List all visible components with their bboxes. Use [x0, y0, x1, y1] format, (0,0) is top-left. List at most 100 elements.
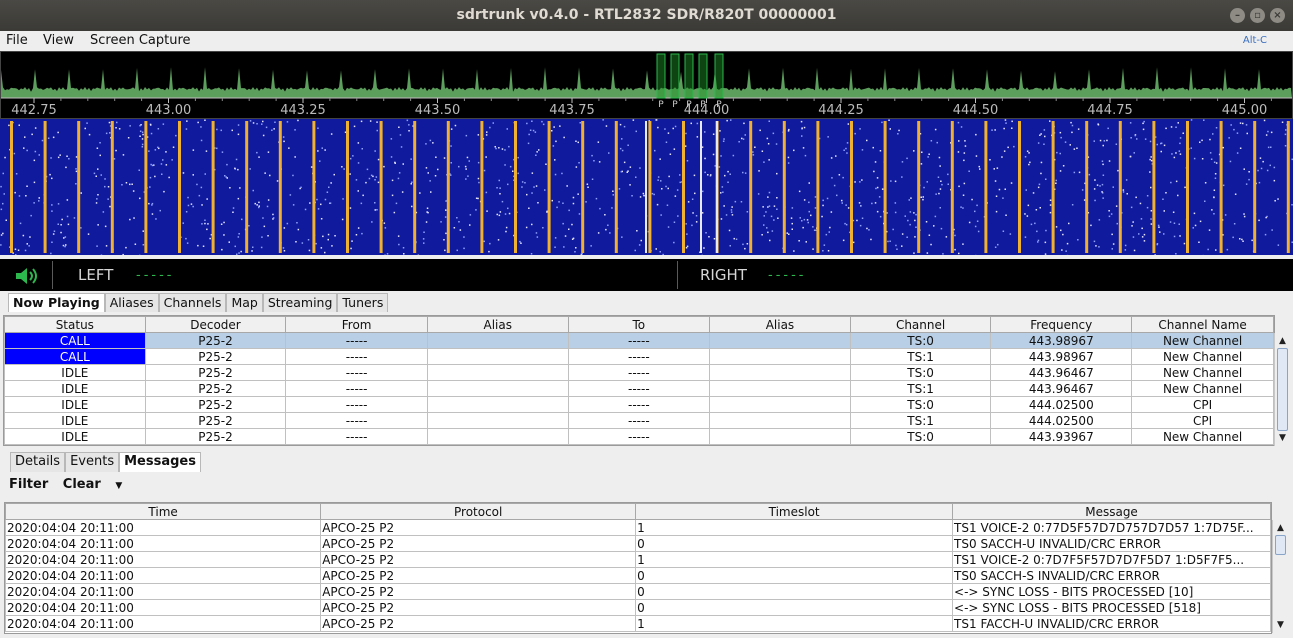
- waterfall-noise: [866, 139, 868, 142]
- table-row[interactable]: 2020:04:04 20:11:00 APCO-25 P2 0 <-> SYNC L…: [5, 599, 1271, 616]
- tab-tuners[interactable]: Tuners: [337, 293, 389, 312]
- waterfall-noise: [157, 146, 159, 149]
- column-header[interactable]: Decoder: [144, 316, 287, 333]
- waterfall-noise: [258, 206, 260, 209]
- column-header[interactable]: From: [285, 316, 428, 333]
- table-row[interactable]: CALL P25-2 ----- ----- TS:1 443.98967 New Chan…: [4, 348, 1274, 365]
- waterfall-noise: [1172, 211, 1175, 213]
- table-row[interactable]: 2020:04:04 20:11:00 APCO-25 P2 0 TS0 SACCH-…: [5, 567, 1271, 584]
- column-header[interactable]: Alias: [709, 316, 851, 333]
- waterfall-noise: [618, 188, 621, 190]
- tab-details[interactable]: Details: [10, 452, 66, 472]
- tab-aliases[interactable]: Aliases: [104, 293, 159, 312]
- table-row[interactable]: CALL P25-2 ----- ----- TS:0 443.98967 New Chan…: [4, 332, 1274, 349]
- waterfall-noise: [1066, 242, 1069, 245]
- waterfall-noise: [1134, 134, 1136, 137]
- waterfall-noise: [60, 231, 62, 234]
- waterfall-noise: [775, 143, 778, 145]
- scroll-up-icon[interactable]: ▲: [1273, 521, 1288, 535]
- waterfall-noise: [1183, 242, 1186, 245]
- waterfall-noise: [139, 130, 142, 132]
- waterfall-noise: [129, 183, 131, 186]
- waterfall-noise: [61, 218, 63, 221]
- table-row[interactable]: 2020:04:04 20:11:00 APCO-25 P2 1 TS1 FACCH-…: [5, 615, 1271, 632]
- chevron-down-icon[interactable]: ▼: [115, 481, 122, 491]
- waterfall-noise: [66, 215, 69, 218]
- column-header[interactable]: Frequency: [990, 316, 1133, 333]
- waterfall-noise: [95, 175, 97, 177]
- menu-screen-capture[interactable]: Screen Capture: [90, 33, 191, 48]
- column-header[interactable]: Status: [4, 316, 146, 333]
- table-cell: -----: [285, 332, 428, 349]
- scroll-thumb[interactable]: [1275, 535, 1286, 555]
- column-header[interactable]: Protocol: [320, 503, 637, 520]
- tab-messages[interactable]: Messages: [119, 452, 201, 472]
- waterfall-noise: [713, 238, 716, 240]
- scroll-up-icon[interactable]: ▲: [1275, 334, 1290, 348]
- waterfall-noise: [1110, 213, 1113, 215]
- waterfall-noise: [766, 227, 768, 229]
- table-row[interactable]: 2020:04:04 20:11:00 APCO-25 P2 0 <-> SYNC L…: [5, 583, 1271, 600]
- tab-streaming[interactable]: Streaming: [262, 293, 338, 312]
- minimize-icon[interactable]: –: [1230, 8, 1245, 23]
- column-header[interactable]: Time: [5, 503, 322, 520]
- waterfall-noise: [408, 130, 410, 132]
- column-header[interactable]: Alias: [426, 316, 569, 333]
- waterfall-noise: [15, 254, 17, 256]
- waterfall-noise: [1143, 240, 1146, 242]
- filter-button[interactable]: Filter: [9, 477, 48, 492]
- tab-events[interactable]: Events: [65, 452, 120, 472]
- waterfall-noise: [434, 175, 437, 177]
- waterfall-noise: [1040, 133, 1042, 135]
- waterfall-noise: [398, 243, 400, 246]
- table-cell: [709, 380, 851, 397]
- waterfall-noise: [316, 198, 318, 201]
- column-header[interactable]: Message: [952, 503, 1271, 520]
- waterfall-noise: [1101, 191, 1103, 193]
- table-row[interactable]: 2020:04:04 20:11:00 APCO-25 P2 0 TS0 SACCH-…: [5, 535, 1271, 552]
- table-row[interactable]: IDLE P25-2 ----- ----- TS:1 443.96467 New Chan…: [4, 380, 1274, 397]
- scroll-down-icon[interactable]: ▼: [1273, 618, 1288, 632]
- column-header[interactable]: To: [567, 316, 711, 333]
- waterfall-noise: [896, 248, 898, 250]
- clear-button[interactable]: Clear: [63, 477, 101, 492]
- tab-now-playing[interactable]: Now Playing: [8, 293, 105, 312]
- waterfall-noise: [1088, 173, 1091, 176]
- table-row[interactable]: IDLE P25-2 ----- ----- TS:0 444.02500 CPI: [4, 396, 1274, 413]
- table-row[interactable]: 2020:04:04 20:11:00 APCO-25 P2 1 TS1 VOICE-…: [5, 551, 1271, 568]
- spectrum-display[interactable]: 442.75 443.00 443.25 443.50 443.75 444.00 444.…: [0, 51, 1293, 119]
- menu-file[interactable]: File: [6, 33, 28, 48]
- waterfall-noise: [1044, 253, 1047, 255]
- close-icon[interactable]: ×: [1270, 8, 1285, 23]
- waterfall-noise: [759, 129, 761, 132]
- column-header[interactable]: Channel: [849, 316, 992, 333]
- waterfall-noise: [1260, 167, 1263, 170]
- speaker-icon[interactable]: [14, 266, 40, 286]
- column-header[interactable]: Timeslot: [635, 503, 954, 520]
- waterfall-noise: [149, 176, 152, 179]
- waterfall-display[interactable]: [0, 119, 1293, 257]
- table-row[interactable]: IDLE P25-2 ----- ----- TS:1 444.02500 CPI: [4, 412, 1274, 429]
- waterfall-signal-line: [1018, 121, 1021, 253]
- waterfall-noise: [979, 168, 981, 170]
- waterfall-noise: [125, 246, 127, 249]
- table-row[interactable]: 2020:04:04 20:11:00 APCO-25 P2 1 TS1 VOICE-…: [5, 519, 1271, 536]
- channels-scrollbar[interactable]: ▲ ▼: [1274, 333, 1290, 446]
- maximize-icon[interactable]: ▫: [1250, 8, 1265, 23]
- scroll-thumb[interactable]: [1277, 348, 1288, 431]
- waterfall-noise: [740, 201, 743, 203]
- waterfall-noise: [349, 207, 352, 209]
- waterfall-noise: [629, 184, 631, 186]
- table-row[interactable]: IDLE P25-2 ----- ----- TS:0 443.96467 New Chan…: [4, 364, 1274, 381]
- waterfall-noise: [957, 151, 960, 153]
- waterfall-noise: [25, 195, 27, 197]
- tab-map[interactable]: Map: [226, 293, 263, 312]
- table-row[interactable]: IDLE P25-2 ----- ----- TS:0 443.93967 New Chan…: [4, 428, 1274, 445]
- tab-channels[interactable]: Channels: [158, 293, 227, 312]
- scroll-down-icon[interactable]: ▼: [1275, 431, 1290, 445]
- waterfall-noise: [894, 180, 897, 183]
- messages-scrollbar[interactable]: ▲ ▼: [1272, 520, 1288, 633]
- column-header[interactable]: Channel Name: [1131, 316, 1274, 333]
- menu-view[interactable]: View: [43, 33, 74, 48]
- waterfall-noise: [34, 127, 37, 129]
